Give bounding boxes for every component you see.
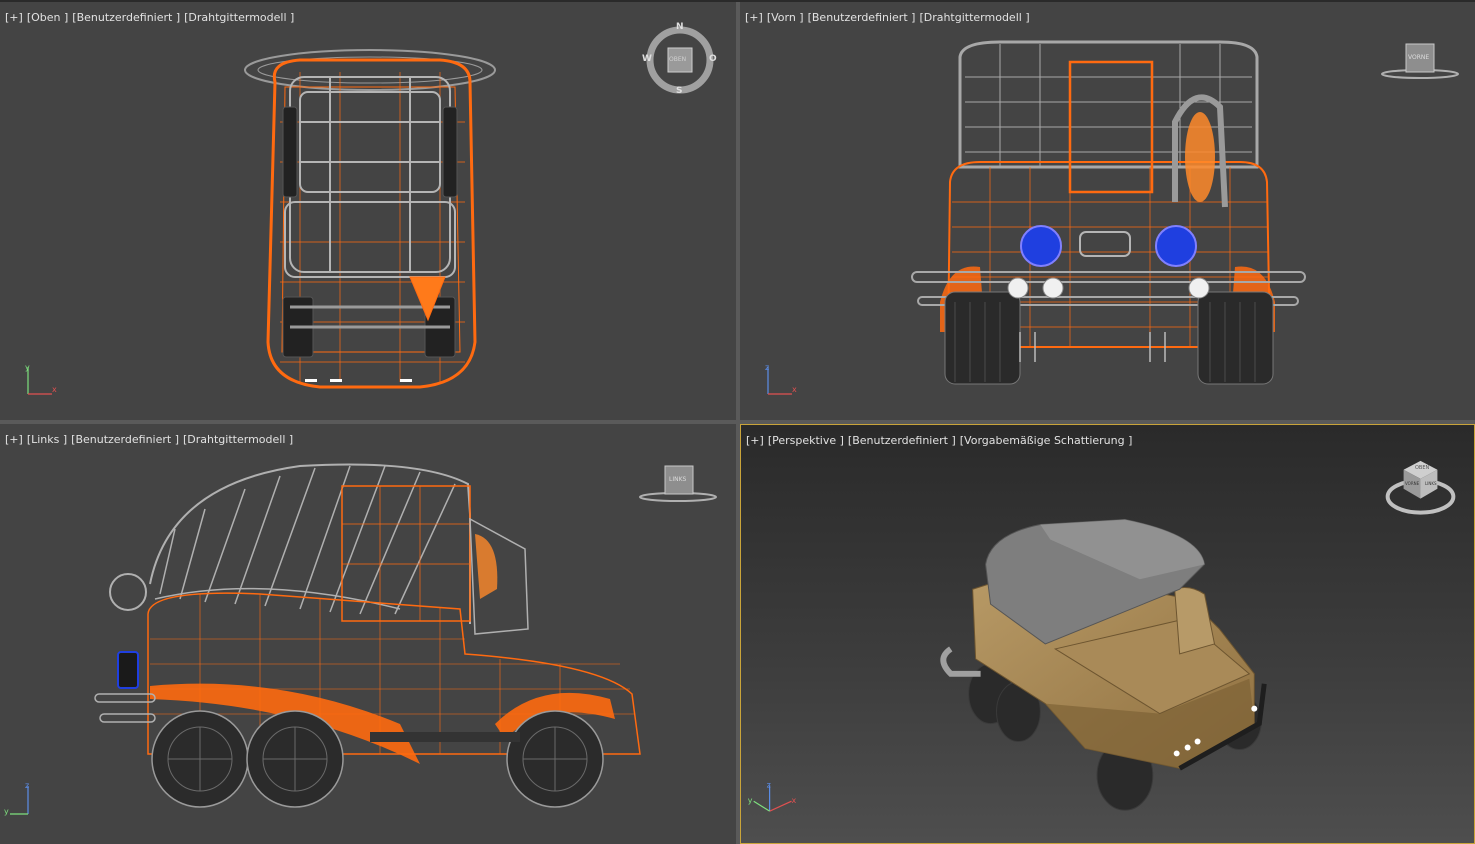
- viewport-view-menu[interactable]: [Oben ]: [27, 11, 68, 24]
- axis-z-label: z: [767, 780, 771, 789]
- viewport-view-menu[interactable]: [Links ]: [27, 433, 67, 446]
- viewport-top[interactable]: y x N S W O OBEN [+] [Oben ] [Benutzerdefi…: [0, 2, 736, 420]
- viewcube-face-label: VORNE: [1408, 54, 1430, 61]
- viewport-perspective[interactable]: z x y OBEN VORNE LINKS [+] [Perspektive ]…: [740, 424, 1475, 844]
- viewport-shading-menu[interactable]: [Drahtgittermodell ]: [183, 433, 293, 446]
- viewcube-face-label[interactable]: OBEN: [669, 56, 686, 63]
- left-view-wireframe: z y: [4, 463, 717, 816]
- viewport-label-top[interactable]: [+] [Oben ] [Benutzerdefiniert ] [Drahtgitt…: [5, 11, 298, 24]
- viewport-label-front[interactable]: [+] [Vorn ] [Benutzerdefiniert ] [Drahtgitt…: [745, 11, 1034, 24]
- viewport-view-menu[interactable]: [Perspektive ]: [768, 434, 844, 447]
- viewport-standard-menu[interactable]: [Benutzerdefiniert ]: [808, 11, 916, 24]
- viewcube-compass[interactable]: N S W O OBEN: [642, 22, 717, 98]
- viewport-menu-plus[interactable]: [+]: [5, 433, 23, 446]
- viewport-label-perspective[interactable]: [+] [Perspektive ] [Benutzerdefiniert ] [Vo…: [746, 434, 1136, 447]
- viewcube-face-label: LINKS: [669, 476, 687, 483]
- axis-x-label: x: [792, 796, 797, 805]
- viewcube-3d[interactable]: OBEN VORNE LINKS: [1403, 459, 1443, 501]
- axis-x-label: x: [52, 385, 57, 394]
- viewport-menu-plus[interactable]: [+]: [746, 434, 764, 447]
- axis-y-label: y: [4, 807, 9, 816]
- compass-n-label: N: [676, 22, 684, 32]
- viewport-standard-menu[interactable]: [Benutzerdefiniert ]: [848, 434, 956, 447]
- axis-x-label: x: [792, 385, 797, 394]
- viewport-menu-plus[interactable]: [+]: [745, 11, 763, 24]
- perspective-shaded-model: z x y: [748, 460, 1456, 812]
- viewcube-front-label: VORNE: [1405, 481, 1420, 486]
- viewcube-side-label: LINKS: [1425, 481, 1437, 486]
- viewport-shading-menu[interactable]: [Vorgabemäßige Schattierung ]: [960, 434, 1133, 447]
- viewport-left[interactable]: z y LINKS [+] [Links ] [Benutzerdefiniert …: [0, 424, 736, 844]
- viewcube[interactable]: LINKS: [665, 466, 693, 494]
- viewport-label-left[interactable]: [+] [Links ] [Benutzerdefiniert ] [Drahtgit…: [5, 433, 297, 446]
- viewport-menu-plus[interactable]: [+]: [5, 11, 23, 24]
- compass-s-label: S: [676, 86, 683, 96]
- viewport-standard-menu[interactable]: [Benutzerdefiniert ]: [72, 11, 180, 24]
- viewcube[interactable]: VORNE: [1406, 44, 1434, 72]
- viewcube-top-label: OBEN: [1415, 465, 1430, 471]
- top-view-wireframe: y x: [25, 49, 496, 395]
- axis-z-label: z: [25, 781, 29, 790]
- front-view-wireframe: z x: [765, 40, 1459, 395]
- axis-z-label: z: [765, 363, 769, 372]
- viewport-front[interactable]: z x VORNE [+] [Vorn ] [Benutzerdefiniert ]…: [740, 2, 1475, 420]
- viewport-view-menu[interactable]: [Vorn ]: [767, 11, 804, 24]
- viewport-shading-menu[interactable]: [Drahtgittermodell ]: [184, 11, 294, 24]
- axis-y-label: y: [25, 363, 30, 372]
- compass-o-label: O: [709, 54, 717, 64]
- axis-y-label: y: [748, 796, 753, 805]
- viewport-standard-menu[interactable]: [Benutzerdefiniert ]: [71, 433, 179, 446]
- compass-w-label: W: [642, 54, 652, 64]
- viewport-shading-menu[interactable]: [Drahtgittermodell ]: [919, 11, 1029, 24]
